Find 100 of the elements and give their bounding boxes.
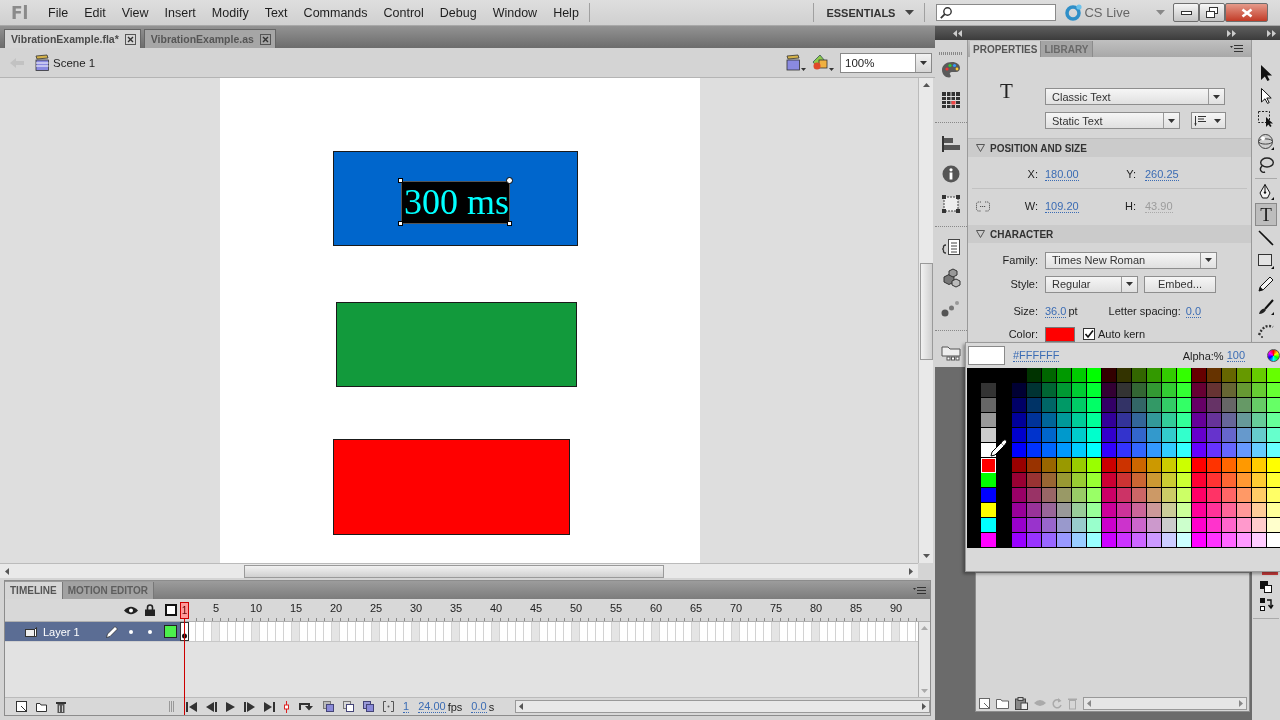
minimize-button[interactable] [1173,3,1199,22]
step-back-icon[interactable] [206,701,217,712]
close-button[interactable] [1225,3,1268,22]
panel-tab[interactable]: TIMELINE [5,582,63,599]
folder-icon[interactable] [941,343,961,361]
info-icon[interactable] [941,165,961,183]
disclosure-triangle-icon[interactable] [976,230,985,238]
new-symbol-icon[interactable] [979,697,990,709]
bracket-icon[interactable] [383,701,394,712]
color-swatch[interactable] [981,413,996,428]
color-wheel-icon[interactable] [1267,349,1280,362]
restore-button[interactable] [1199,3,1225,22]
menu-item[interactable]: Control [375,4,432,21]
orientation-dropdown[interactable] [1191,112,1226,129]
resize-handle-icon[interactable] [398,178,403,183]
color-swatch[interactable] [981,428,996,443]
embed-button[interactable]: Embed... [1144,275,1216,293]
horizontal-scrollbar[interactable] [0,563,918,578]
menu-item[interactable]: Help [545,4,587,21]
vertical-scrollbar[interactable] [918,622,930,697]
panel-tab[interactable]: PROPERTIES [970,41,1042,57]
panel-menu-icon[interactable] [913,586,926,594]
workspace-switcher[interactable]: ESSENTIALS [816,4,923,21]
double-chevron-right-icon[interactable] [1227,29,1236,37]
clapper-menu-icon[interactable] [786,54,806,71]
color-swatch[interactable] [1045,326,1075,342]
dot-icon[interactable] [148,629,152,634]
checkbox[interactable] [1083,328,1095,340]
color-swatch[interactable] [981,503,996,518]
panel-menu-icon[interactable] [1230,45,1243,52]
current-frame[interactable]: 1 [403,700,410,713]
menu-item[interactable]: Edit [76,4,114,21]
horizontal-scrollbar[interactable] [515,700,930,713]
field-value[interactable]: 180.00 [1045,167,1079,181]
field-value[interactable]: 260.25 [1145,167,1179,181]
dots-icon[interactable] [941,299,961,317]
menu-item[interactable]: File [40,4,77,21]
color-swatch[interactable] [981,383,996,398]
menu-item[interactable]: View [113,4,157,21]
dot-icon[interactable] [129,629,133,634]
cs-live-button[interactable]: CS Live [1065,4,1130,21]
menu-item[interactable]: Insert [156,4,204,21]
horizontal-scrollbar[interactable] [1083,696,1247,710]
grip-icon[interactable] [169,701,174,712]
hex-value[interactable]: #FFFFFF [1013,349,1060,362]
color-palette-grid[interactable] [1012,368,1280,548]
menu-item[interactable]: Window [484,4,546,21]
outline-icon[interactable] [165,604,177,616]
resize-handle-icon[interactable] [507,221,512,226]
search-field[interactable] [936,4,1057,21]
new-layer-icon[interactable] [16,701,27,712]
letter-spacing-value[interactable]: 0.0 [1185,304,1202,318]
double-chevron-right-icon[interactable] [1267,29,1276,37]
disclosure-triangle-icon[interactable] [976,144,985,152]
close-icon[interactable] [124,33,136,45]
vertical-scrollbar[interactable] [918,78,933,563]
resize-handle-icon[interactable] [398,221,403,226]
scroll-thumb[interactable] [919,263,933,360]
playhead[interactable]: 1 [180,602,189,619]
scroll-thumb[interactable] [244,564,664,578]
color-swatch[interactable] [981,518,996,533]
folder-icon[interactable] [996,697,1009,709]
cubes-icon[interactable] [941,269,961,287]
clipboard-icon[interactable] [1015,696,1028,710]
onion-skin-icon[interactable] [323,701,334,712]
layer-row[interactable]: Layer 1 [5,622,180,642]
onion-outline-icon[interactable] [343,701,354,712]
elapsed-time[interactable]: 0.0 [471,700,487,713]
double-chevron-left-icon[interactable] [953,29,962,37]
font-size-value[interactable]: 36.0 [1045,304,1067,318]
palette-icon[interactable] [941,61,961,79]
field-value[interactable]: 109.20 [1045,199,1079,213]
play-icon[interactable] [226,701,235,712]
step-forward-icon[interactable] [244,701,255,712]
new-folder-icon[interactable] [36,701,47,712]
color-swatch[interactable] [981,488,996,503]
close-icon[interactable] [259,33,271,45]
text-tool[interactable]: T [1255,203,1277,226]
last-frame-icon[interactable] [264,701,275,712]
menu-item[interactable]: Text [256,4,296,21]
link-icon[interactable] [976,200,990,212]
font-style-dropdown[interactable]: Regular [1045,275,1138,293]
align-icon[interactable] [941,135,961,153]
first-frame-icon[interactable] [186,701,197,712]
grip-icon[interactable] [939,52,963,55]
color-swatch[interactable] [981,398,996,413]
code-page-icon[interactable] [941,239,961,257]
document-tab[interactable]: VibrationExample.fla* [4,29,141,48]
loop-icon[interactable] [298,702,314,711]
color-swatch[interactable] [981,473,996,488]
layer-color-icon[interactable] [164,625,177,638]
eye-icon[interactable] [124,605,138,615]
frame-rate[interactable]: 24.00 [418,700,446,713]
transform-icon[interactable] [941,195,961,213]
lock-icon[interactable] [145,604,155,616]
menu-item[interactable]: Modify [203,4,257,21]
default-colors-icon[interactable] [1260,581,1272,593]
alpha-value[interactable]: 100 [1226,349,1245,362]
center-frame-icon[interactable] [284,700,289,713]
text-engine-dropdown[interactable]: Classic Text [1045,88,1225,105]
